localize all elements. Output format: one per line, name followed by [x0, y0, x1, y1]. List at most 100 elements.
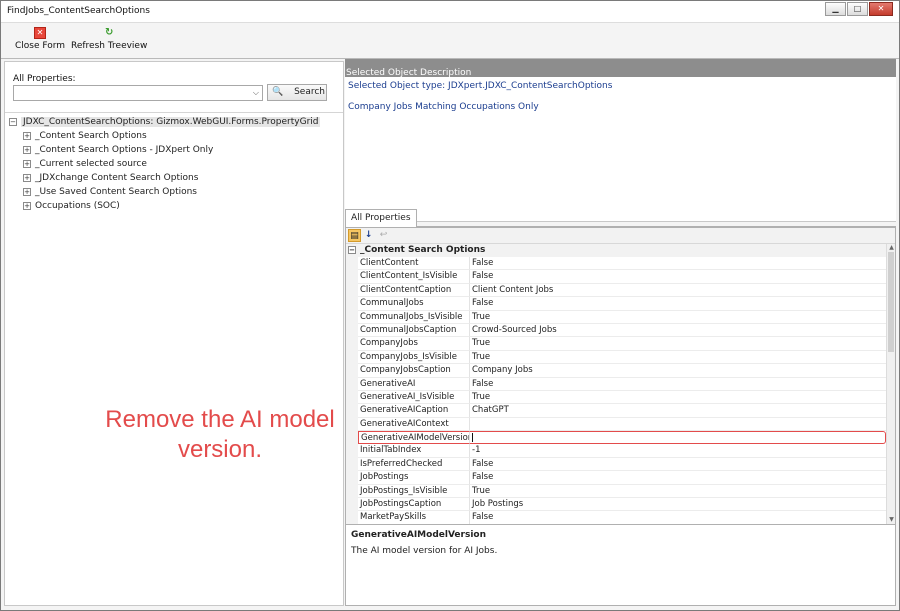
selected-object-type: Selected Object type: JDXpert.JDXC_Conte…	[348, 81, 613, 91]
vertical-scrollbar[interactable]: ▲ ▼	[886, 244, 895, 524]
property-value[interactable]	[470, 418, 886, 432]
property-row[interactable]: CommunalJobsCaption Crowd-Sourced Jobs	[346, 323, 886, 338]
property-row[interactable]: GenerativeAI False	[346, 377, 886, 391]
property-value[interactable]: False	[470, 270, 886, 284]
app-window: FindJobs_ContentSearchOptions ▁ □ ✕ ✕ Cl…	[0, 0, 900, 611]
property-value[interactable]: Company Jobs	[470, 364, 886, 378]
property-value[interactable]: False	[470, 297, 886, 311]
alphabetical-icon[interactable]: ↓	[362, 229, 375, 242]
expand-icon[interactable]: +	[23, 131, 31, 140]
property-row[interactable]: CompanyJobsCaption Company Jobs	[346, 364, 886, 378]
property-row[interactable]: CommunalJobs False	[346, 297, 886, 311]
property-row[interactable]: CommunalJobs_IsVisible True	[346, 310, 886, 324]
row-margin	[346, 283, 358, 298]
property-value[interactable]: False	[470, 257, 886, 271]
property-row[interactable]: GenerativeAIContext	[346, 417, 886, 432]
property-row[interactable]: JobPostingsCaption Job Postings	[346, 498, 886, 512]
tree-node[interactable]: + _Use Saved Content Search Options	[5, 185, 343, 199]
property-value-text: Job Postings	[472, 499, 524, 510]
expand-icon[interactable]: +	[23, 201, 31, 210]
property-value[interactable]: True	[470, 351, 886, 365]
property-row[interactable]: CompanyJobs_IsVisible True	[346, 350, 886, 365]
expand-icon[interactable]: +	[23, 145, 31, 154]
row-margin	[346, 337, 358, 351]
properties-combo[interactable]: ⌵	[13, 85, 263, 101]
category-row[interactable]: − _Content Search Options	[346, 244, 886, 257]
property-value[interactable]: ChatGPT	[470, 404, 886, 418]
tree-node[interactable]: + _Content Search Options	[5, 129, 343, 143]
tab-all-properties[interactable]: All Properties	[345, 209, 417, 228]
chevron-down-icon[interactable]: ⌵	[253, 88, 259, 98]
maximize-icon[interactable]: □	[847, 2, 868, 16]
search-icon: 🔍	[272, 87, 284, 97]
property-name: GenerativeAIModelVersion	[358, 431, 470, 445]
row-margin	[346, 257, 358, 271]
property-row[interactable]: InitialTabIndex -1	[346, 444, 886, 458]
property-value[interactable]: Job Postings	[470, 498, 886, 512]
row-margin	[346, 444, 358, 458]
property-value[interactable]: True	[470, 485, 886, 499]
property-row[interactable]: MarketPaySkills False	[346, 511, 886, 524]
scroll-down-icon[interactable]: ▼	[887, 516, 896, 524]
property-pages-icon[interactable]: ↩	[377, 229, 390, 242]
tree-node[interactable]: + _Current selected source	[5, 157, 343, 171]
property-value[interactable]: True	[470, 391, 886, 405]
minimize-icon[interactable]: ▁	[825, 2, 846, 16]
scroll-thumb[interactable]	[888, 252, 894, 352]
scroll-up-icon[interactable]: ▲	[887, 244, 896, 252]
collapse-icon[interactable]: −	[9, 117, 17, 126]
search-button[interactable]: 🔍 Search	[267, 84, 327, 101]
close-form-button[interactable]: ✕ Close Form	[15, 27, 65, 51]
property-value[interactable]: True	[470, 337, 886, 351]
row-margin	[346, 270, 358, 284]
row-margin	[346, 323, 358, 338]
tree-root-label: JDXC_ContentSearchOptions: Gizmox.WebGUI…	[21, 117, 321, 127]
property-value[interactable]: False	[470, 458, 886, 472]
refresh-treeview-button[interactable]: ↻ Refresh Treeview	[71, 27, 147, 51]
property-value[interactable]: Client Content Jobs	[470, 284, 886, 298]
property-row[interactable]: GenerativeAI_IsVisible True	[346, 390, 886, 405]
property-row[interactable]: ClientContentCaption Client Content Jobs	[346, 283, 886, 298]
collapse-icon[interactable]: −	[348, 245, 356, 254]
expand-icon[interactable]: +	[23, 159, 31, 168]
tree-node[interactable]: + _Content Search Options - JDXpert Only	[5, 143, 343, 157]
property-row[interactable]: JobPostings_IsVisible True	[346, 484, 886, 499]
row-margin	[346, 417, 358, 432]
property-row[interactable]: IsPreferredChecked False	[346, 457, 886, 472]
property-value-text: False	[472, 512, 494, 523]
property-row[interactable]: GenerativeAICaption ChatGPT	[346, 404, 886, 418]
property-row[interactable]: GenerativeAIModelVersion	[346, 431, 886, 445]
close-icon[interactable]: ✕	[869, 2, 893, 16]
categorized-icon[interactable]: ▤	[348, 229, 361, 242]
property-name: ClientContentCaption	[358, 283, 470, 298]
property-row[interactable]: ClientContent_IsVisible False	[346, 270, 886, 284]
text-cursor	[472, 433, 473, 443]
expand-icon[interactable]: +	[23, 173, 31, 182]
tree-node[interactable]: + _JDXchange Content Search Options	[5, 171, 343, 185]
category-label: _Content Search Options	[360, 245, 486, 255]
selected-object-description: Selected Object type: JDXpert.JDXC_Conte…	[345, 77, 896, 222]
row-margin	[346, 350, 358, 365]
expand-icon[interactable]: +	[23, 187, 31, 196]
property-value[interactable]: False	[470, 378, 886, 391]
row-margin	[346, 484, 358, 499]
property-value[interactable]: -1	[470, 444, 886, 458]
property-value[interactable]: False	[470, 511, 886, 524]
row-margin	[346, 511, 358, 524]
property-value[interactable]	[470, 431, 886, 445]
property-value-text: True	[472, 485, 491, 496]
property-value-text: True	[472, 391, 491, 402]
tree-root-node[interactable]: − JDXC_ContentSearchOptions: Gizmox.WebGU…	[5, 115, 343, 129]
property-row[interactable]: JobPostings False	[346, 471, 886, 485]
window-title: FindJobs_ContentSearchOptions	[7, 6, 150, 16]
tree-node-label: Occupations (SOC)	[35, 201, 120, 211]
property-value[interactable]: False	[470, 471, 886, 485]
title-bar: FindJobs_ContentSearchOptions ▁ □ ✕	[1, 1, 899, 23]
property-value[interactable]: Crowd-Sourced Jobs	[470, 324, 886, 338]
property-row[interactable]: CompanyJobs True	[346, 337, 886, 351]
property-name: GenerativeAI_IsVisible	[358, 390, 470, 405]
property-value[interactable]: True	[470, 311, 886, 324]
tree-node[interactable]: + Occupations (SOC)	[5, 199, 343, 213]
property-row[interactable]: ClientContent False	[346, 257, 886, 271]
selected-object-desc: Company Jobs Matching Occupations Only	[348, 102, 539, 112]
